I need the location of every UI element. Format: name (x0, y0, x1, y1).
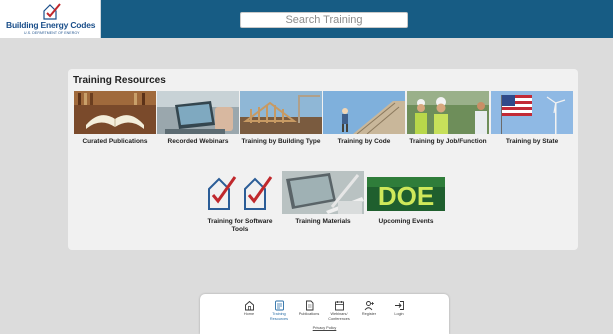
house-check-logo-icon (43, 3, 61, 20)
tile-label: Training for Software Tools (207, 218, 273, 233)
add-user-icon (364, 301, 374, 311)
laptop-icon (157, 91, 239, 134)
tile-label: Curated Publications (82, 138, 148, 145)
tile-label: Training by Building Type (241, 138, 321, 145)
tile-training-by-code[interactable]: Training by Code (323, 91, 405, 146)
doe-logo-icon: DOE (365, 171, 447, 214)
nav-label: Publications (298, 312, 320, 316)
doe-logo-text: DOE (378, 181, 434, 211)
tile-label: Upcoming Events (378, 218, 434, 225)
nav-login[interactable]: Login (384, 300, 414, 317)
bottom-nav: Home Training Resources Publications Web… (200, 294, 449, 334)
construction-worker-icon (323, 91, 405, 134)
training-resources-icon (274, 300, 284, 311)
tile-label: Training by State (505, 138, 559, 145)
top-header: Building Energy Codes U.S. DEPARTMENT OF… (0, 0, 613, 38)
section-title: Training Resources (73, 75, 166, 86)
calendar-icon (334, 301, 344, 311)
logo-subtitle: U.S. DEPARTMENT OF ENERGY (24, 31, 80, 35)
nav-label: Home (243, 312, 255, 316)
notebook-pen-icon (282, 171, 364, 214)
building-energy-codes-logo[interactable]: Building Energy Codes U.S. DEPARTMENT OF… (0, 0, 101, 38)
nav-training-resources[interactable]: Training Resources (264, 300, 294, 321)
tile-training-by-building-type[interactable]: Training by Building Type (240, 91, 322, 146)
tile-training-by-job-function[interactable]: Training by Job/Function (407, 91, 489, 146)
tile-training-for-software-tools[interactable]: Training for Software Tools (199, 171, 281, 234)
tile-label: Training by Code (337, 138, 391, 145)
nav-home[interactable]: Home (234, 300, 264, 317)
tile-recorded-webinars[interactable]: Recorded Webinars (157, 91, 239, 146)
login-icon (394, 301, 404, 310)
tile-label: Training Materials (295, 218, 351, 225)
tile-upcoming-events[interactable]: DOE Upcoming Events (365, 171, 447, 226)
building-frame-icon (240, 91, 322, 134)
tile-curated-publications[interactable]: Curated Publications (74, 91, 156, 146)
tile-label: Training by Job/Function (409, 138, 487, 145)
nav-label: Login (394, 312, 404, 316)
nav-label: Training Resources (269, 312, 289, 321)
hard-hat-workers-icon (407, 91, 489, 134)
nav-webinars-conferences[interactable]: Webinars/ Conferences (324, 300, 354, 321)
us-flag-icon (491, 91, 573, 134)
tile-label: Recorded Webinars (167, 138, 229, 145)
logo-title: Building Energy Codes (6, 20, 96, 30)
nav-register[interactable]: Register (354, 300, 384, 317)
search-input[interactable]: Search Training (240, 12, 408, 28)
document-icon (305, 300, 313, 311)
home-icon (244, 300, 254, 311)
nav-label: Register (361, 312, 377, 316)
software-tools-logo-icon (199, 171, 281, 214)
tile-training-materials[interactable]: Training Materials (282, 171, 364, 226)
nav-label: Webinars/ Conferences (328, 312, 350, 321)
nav-publications[interactable]: Publications (294, 300, 324, 317)
tile-training-by-state[interactable]: Training by State (491, 91, 573, 146)
privacy-policy-link[interactable]: Privacy Policy (200, 326, 449, 330)
open-book-icon (74, 91, 156, 134)
